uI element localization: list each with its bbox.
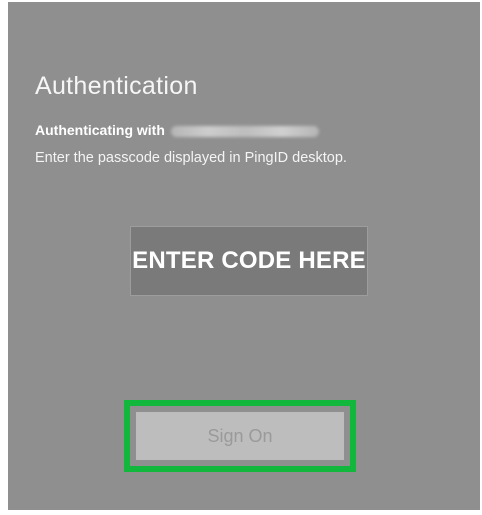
page-title: Authentication (35, 72, 198, 100)
instructions-text: Enter the passcode displayed in PingID d… (35, 150, 347, 166)
authenticating-label: Authenticating with (35, 122, 165, 138)
authenticating-line: Authenticating with (35, 122, 319, 138)
passcode-placeholder: ENTER CODE HERE (132, 247, 366, 274)
redacted-device-name (170, 125, 319, 137)
page: Authentication Authenticating with Enter… (0, 0, 482, 515)
sign-on-button[interactable]: Sign On (136, 412, 344, 460)
passcode-input-area[interactable]: ENTER CODE HERE (130, 226, 368, 296)
